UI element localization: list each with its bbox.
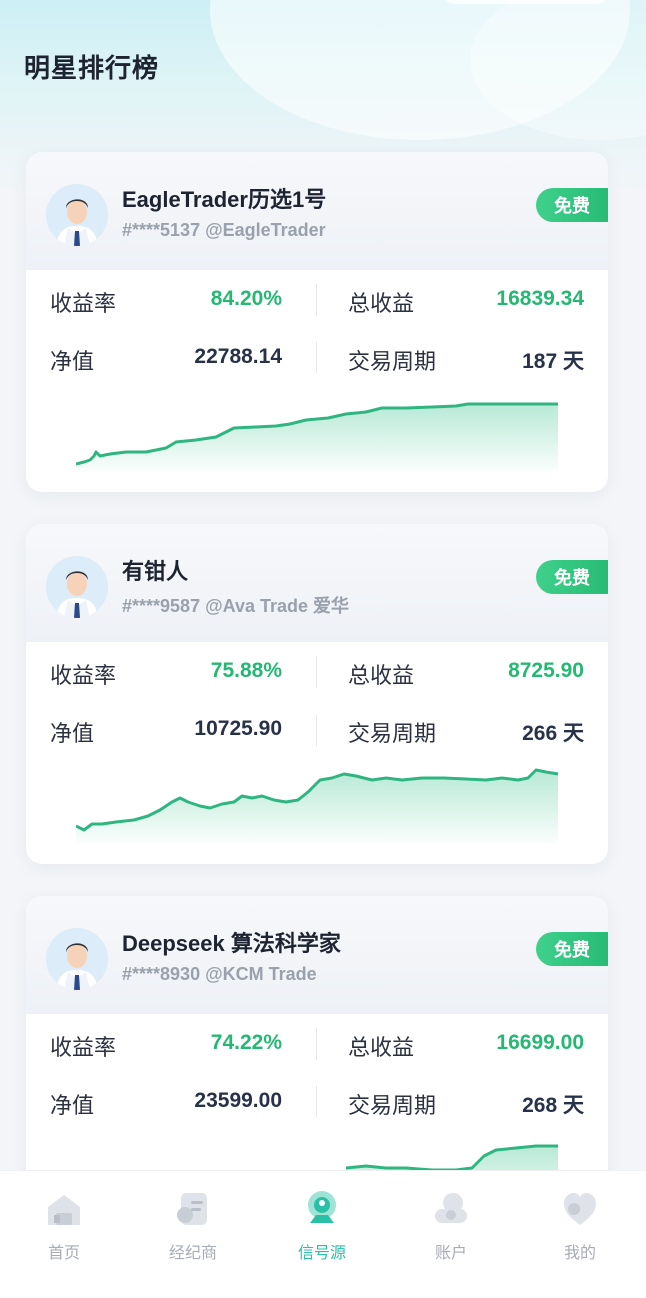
net-value-value: 22788.14 (194, 345, 282, 368)
total-profit-label: 总收益 (348, 291, 415, 316)
top-search-pill[interactable] (440, 0, 610, 4)
trader-name: Deepseek 算法科学家 (122, 931, 341, 956)
free-badge: 免费 (536, 188, 608, 222)
tab-broker[interactable]: 经纪商 (143, 1189, 243, 1269)
return-rate-label: 收益率 (50, 291, 117, 316)
broker-icon (173, 1189, 213, 1229)
trader-account: #****8930 @KCM Trade (122, 964, 317, 984)
avatar-icon (46, 184, 108, 246)
app-screen: 明星排行榜 EagleTrader历选1号 #****5137 @EagleTr… (0, 0, 646, 1298)
trader-account: #****9587 @Ava Trade 爱华 (122, 596, 350, 616)
total-profit-value: 16699.00 (496, 1031, 584, 1054)
net-value-value: 10725.90 (194, 717, 282, 740)
trading-period-value: 268 天 (522, 1094, 584, 1117)
return-rate-value: 74.22% (210, 1031, 282, 1054)
free-badge: 免费 (536, 560, 608, 594)
return-rate-label: 收益率 (50, 1035, 117, 1060)
equity-sparkline (76, 402, 558, 472)
bottom-tab-bar: 首页 经纪商 信号源 账户 我的 (0, 1170, 646, 1298)
net-value-value: 23599.00 (194, 1089, 282, 1112)
signal-icon (302, 1189, 342, 1229)
equity-sparkline (76, 768, 559, 844)
trading-period-value: 266 天 (522, 722, 584, 745)
total-profit-label: 总收益 (348, 663, 415, 688)
total-profit-value: 8725.90 (508, 659, 584, 682)
avatar (46, 556, 108, 618)
tab-label: 首页 (47, 1245, 80, 1262)
avatar (46, 184, 108, 246)
tab-profile[interactable]: 我的 (530, 1189, 630, 1269)
total-profit-label: 总收益 (348, 1035, 415, 1060)
tab-label: 账户 (434, 1245, 467, 1262)
tab-account[interactable]: 账户 (401, 1189, 501, 1269)
trader-account: #****5137 @EagleTrader (122, 220, 326, 240)
tab-home[interactable]: 首页 (14, 1189, 114, 1269)
return-rate-label: 收益率 (50, 663, 117, 688)
tab-label: 我的 (563, 1245, 596, 1262)
tab-signal[interactable]: 信号源 (272, 1189, 372, 1269)
avatar-icon (46, 556, 108, 618)
home-icon (44, 1189, 84, 1229)
trader-card[interactable]: EagleTrader历选1号 #****5137 @EagleTrader 免… (26, 152, 608, 492)
total-profit-value: 16839.34 (496, 287, 584, 310)
return-rate-value: 84.20% (210, 287, 282, 310)
card-header (26, 524, 608, 642)
tab-label: 信号源 (297, 1245, 346, 1262)
account-icon (431, 1189, 471, 1229)
trader-name: EagleTrader历选1号 (122, 187, 327, 212)
trader-card[interactable]: 有钳人 #****9587 @Ava Trade 爱华 免费 收益率 75.88… (26, 524, 608, 864)
tab-label: 经纪商 (168, 1245, 217, 1262)
free-badge: 免费 (536, 932, 608, 966)
avatar (46, 928, 108, 990)
page-title: 明星排行榜 (24, 53, 160, 83)
return-rate-value: 75.88% (210, 659, 282, 682)
avatar-icon (46, 928, 108, 990)
trading-period-value: 187 天 (522, 350, 584, 373)
trader-name: 有钳人 (122, 559, 189, 584)
profile-icon (560, 1189, 600, 1229)
